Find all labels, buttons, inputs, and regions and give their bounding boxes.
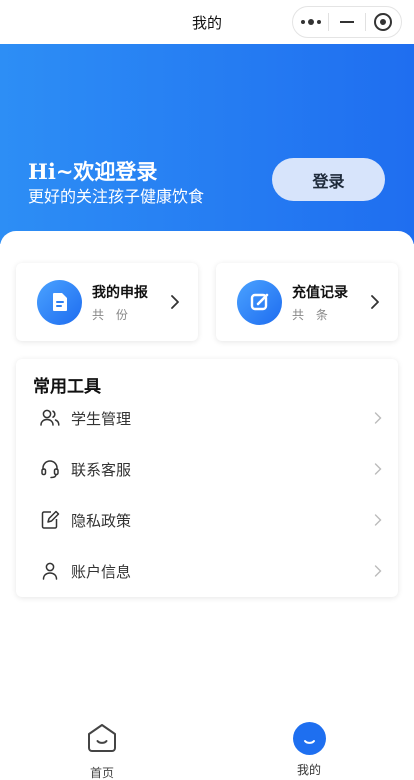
home-icon [85, 722, 119, 758]
bottom-tabbar: 首页 我的 [0, 712, 414, 780]
pen-document-icon [40, 510, 60, 530]
target-circle-icon [374, 13, 393, 31]
tab-label: 我的 [296, 763, 321, 777]
chevron-right-icon [374, 409, 382, 428]
tab-home[interactable]: 首页 [62, 722, 142, 780]
tool-item-account-info[interactable]: 账户信息 [16, 549, 398, 593]
tool-label: 隐私政策 [71, 511, 132, 530]
tool-label: 账户信息 [71, 562, 132, 581]
chevron-right-icon [374, 511, 382, 530]
user-icon [40, 561, 60, 581]
tab-mine[interactable]: 我的 [269, 722, 349, 778]
chevron-right-icon [164, 295, 186, 309]
stat-count: 共 份 [92, 307, 132, 322]
tool-item-customer-service[interactable]: 联系客服 [16, 447, 398, 491]
more-dots-icon [300, 19, 321, 25]
recharge-records-card[interactable]: 充值记录 共 条 [216, 263, 398, 341]
top-navbar: 我的 [0, 0, 414, 44]
page-title: 我的 [191, 13, 222, 32]
chevron-right-icon [364, 295, 386, 309]
hero-banner: Hi~欢迎登录 更好的关注孩子健康饮食 登录 [0, 44, 414, 244]
profile-smile-icon [292, 722, 326, 755]
chevron-right-icon [374, 562, 382, 581]
tool-item-privacy-policy[interactable]: 隐私政策 [16, 498, 398, 542]
hero-title: Hi~欢迎登录 [28, 159, 158, 184]
stat-count: 共 条 [292, 307, 332, 322]
my-declarations-card[interactable]: 我的申报 共 份 [16, 263, 198, 341]
tab-label: 首页 [89, 766, 114, 780]
content-sheet: 我的申报 共 份 充值记录 共 条 常用工具 学生管理 联系客服 隐私政策 账户… [0, 231, 414, 711]
more-button[interactable] [293, 7, 328, 37]
headset-icon [40, 459, 60, 479]
document-icon [37, 279, 82, 325]
users-icon [40, 408, 60, 428]
tools-title: 常用工具 [33, 377, 101, 397]
edit-icon [237, 279, 282, 325]
tool-label: 学生管理 [71, 409, 132, 428]
minimize-button[interactable] [329, 7, 364, 37]
login-button[interactable]: 登录 [272, 158, 385, 201]
minimize-icon [339, 21, 354, 23]
tool-label: 联系客服 [71, 460, 132, 479]
common-tools-card: 常用工具 学生管理 联系客服 隐私政策 账户信息 [16, 359, 398, 597]
close-mini-program-button[interactable] [366, 7, 401, 37]
chevron-right-icon [374, 460, 382, 479]
stat-title: 充值记录 [292, 284, 348, 301]
mini-program-capsule [292, 6, 402, 38]
tool-item-student-management[interactable]: 学生管理 [16, 396, 398, 440]
hero-subtitle: 更好的关注孩子健康饮食 [28, 187, 205, 206]
stat-title: 我的申报 [92, 284, 148, 301]
